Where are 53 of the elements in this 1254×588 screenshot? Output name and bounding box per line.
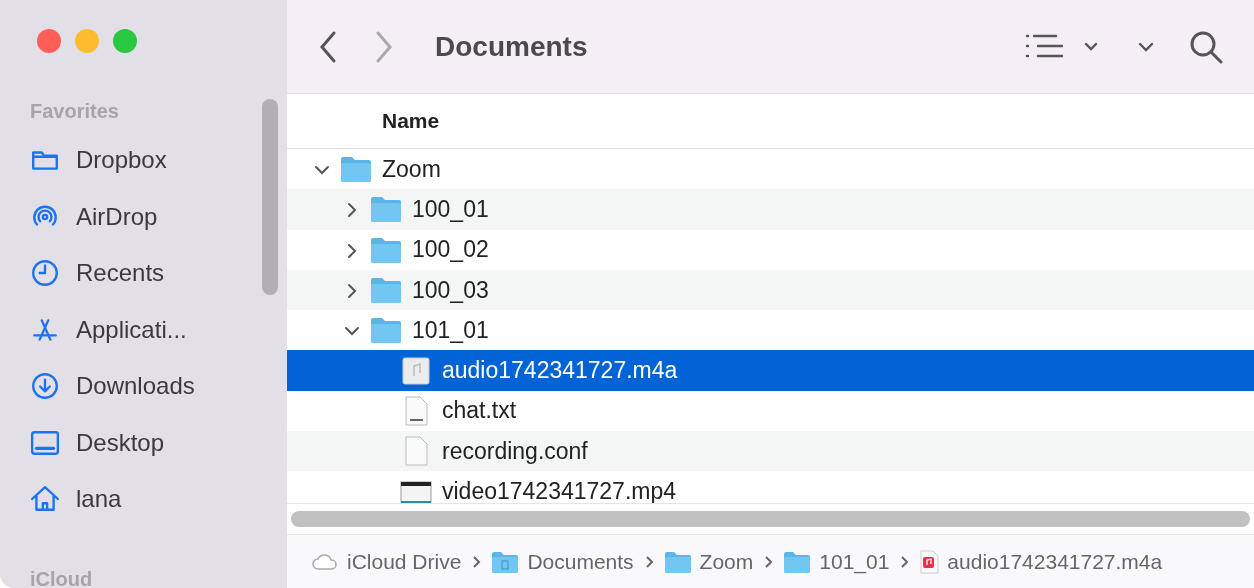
file-name: audio1742341727.m4a — [442, 357, 678, 385]
chevron-right-icon — [643, 554, 654, 569]
file-name: recording.conf — [442, 437, 588, 465]
path-item[interactable]: Documents — [491, 549, 634, 574]
sidebar-item[interactable]: Downloads — [30, 358, 287, 415]
file-name: 100_01 — [412, 195, 489, 223]
folder-icon — [663, 549, 692, 574]
file-name: 101_01 — [412, 316, 489, 344]
file-row[interactable]: recording.conf — [287, 431, 1254, 472]
cloud-icon — [311, 551, 339, 572]
clock-icon — [30, 258, 60, 289]
file-row[interactable]: 100_02 — [287, 229, 1254, 270]
chevron-right-icon — [899, 554, 910, 569]
file-row[interactable]: 101_01 — [287, 310, 1254, 351]
file-row[interactable]: 100_03 — [287, 269, 1254, 311]
file-name: chat.txt — [442, 397, 517, 425]
sidebar-item[interactable]: lana — [30, 471, 287, 528]
file-name: 100_03 — [412, 276, 489, 304]
chevron-right-icon — [763, 554, 774, 569]
window-title: Documents — [435, 30, 588, 63]
file-row[interactable]: chat.txt — [287, 390, 1254, 432]
file-name: Zoom — [382, 155, 441, 183]
path-item[interactable]: audio1742341727.m4a — [919, 549, 1163, 574]
folder-icon — [340, 155, 372, 184]
section-heading: iCloud — [30, 566, 94, 588]
file-row[interactable]: Zoom — [287, 149, 1254, 190]
sidebar-item[interactable]: Applicati... — [30, 301, 287, 358]
folder-icon — [370, 195, 402, 224]
path-item[interactable]: Zoom — [663, 549, 754, 574]
folder-icon — [370, 316, 402, 345]
audio-file-icon — [919, 549, 940, 574]
file-row[interactable]: video1742341727.mp4 — [287, 471, 1254, 503]
chevron-right-icon — [471, 554, 482, 569]
file-name: video1742341727.mp4 — [442, 478, 677, 503]
folder-icon — [491, 549, 520, 574]
folder-icon — [370, 235, 402, 264]
file-row[interactable]: 100_01 — [287, 189, 1254, 230]
audio-file-icon — [400, 354, 432, 387]
scrollbar[interactable] — [291, 511, 1250, 527]
folder-icon — [370, 276, 402, 305]
sidebar-item[interactable]: AirDrop — [30, 188, 287, 245]
scrollbar[interactable] — [262, 99, 278, 295]
path-item[interactable]: iCloud Drive — [311, 549, 462, 574]
download-icon — [30, 371, 60, 402]
section-heading: Favorites — [30, 99, 120, 124]
file-row[interactable]: audio1742341727.m4a — [287, 350, 1254, 391]
column-header[interactable]: Name — [382, 109, 440, 133]
sidebar-item[interactable]: Dropbox — [30, 132, 287, 189]
file-name: 100_02 — [412, 236, 489, 264]
path-item[interactable]: 101_01 — [783, 549, 890, 574]
folder-icon — [783, 549, 812, 574]
sidebar-item[interactable]: Desktop — [30, 414, 287, 471]
sidebar-item[interactable]: Recents — [30, 245, 287, 302]
